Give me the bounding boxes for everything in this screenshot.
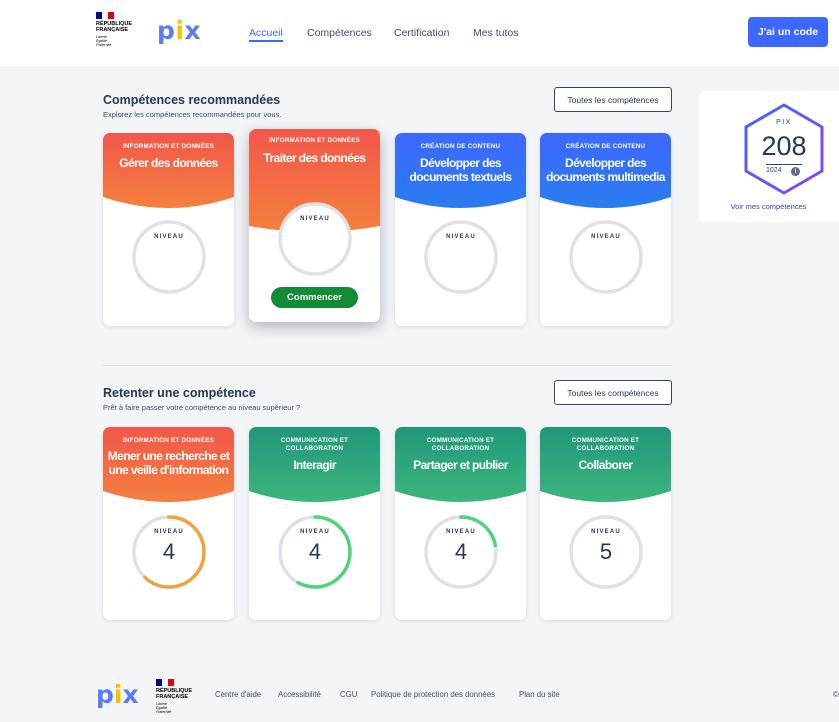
card-competence-name: Gérer des données	[119, 156, 218, 170]
card-header: CRÉATION DE CONTENU Développer des docum…	[540, 133, 671, 228]
card-area-label: COMMUNICATION ET COLLABORATION	[280, 437, 349, 452]
card-area-label: INFORMATION ET DONNÉES	[122, 437, 215, 444]
footer-link-sitemap[interactable]: Plan du site	[519, 690, 560, 699]
card-competence-name: Développer des documents multimedia	[546, 156, 665, 184]
level-label: NIVEAU	[591, 529, 621, 535]
republique-francaise-logo[interactable]: RÉPUBLIQUE FRANÇAISE Liberté Égalité Fra…	[96, 12, 144, 47]
level-gauge: NIVEAU	[568, 219, 644, 295]
card-area-label: INFORMATION ET DONNÉES	[122, 143, 215, 150]
level-label: NIVEAU	[300, 529, 330, 535]
retry-section-title: Retenter une compétence	[103, 386, 256, 400]
competence-card[interactable]: INFORMATION ET DONNÉES Traiter des donné…	[249, 129, 380, 322]
level-label: NIVEAU	[154, 529, 184, 535]
card-header: COMMUNICATION ET COLLABORATION Partager …	[395, 427, 526, 522]
level-gauge: NIVEAU	[277, 201, 353, 277]
recommended-section-title: Compétences recommandées	[103, 93, 281, 107]
level-value: 5	[599, 539, 613, 564]
card-header: CRÉATION DE CONTENU Développer des docum…	[395, 133, 526, 228]
info-icon[interactable]: i	[791, 167, 800, 176]
retry-card[interactable]: INFORMATION ET DONNÉES Mener une recherc…	[103, 427, 234, 620]
pix-label: PIX	[776, 119, 792, 126]
competence-card[interactable]: CRÉATION DE CONTENU Développer des docum…	[395, 133, 526, 326]
retry-section-subtitle: Prêt à faire passer votre compétence au …	[103, 403, 301, 412]
level-label: NIVEAU	[300, 216, 330, 222]
card-area-label: COMMUNICATION ET COLLABORATION	[426, 437, 495, 452]
card-header: COMMUNICATION ET COLLABORATION Interagir	[249, 427, 380, 522]
level-value: 4	[162, 539, 176, 564]
retry-card[interactable]: COMMUNICATION ET COLLABORATION Collabore…	[540, 427, 671, 620]
retry-card[interactable]: COMMUNICATION ET COLLABORATION Interagir…	[249, 427, 380, 620]
card-header: COMMUNICATION ET COLLABORATION Collabore…	[540, 427, 671, 522]
level-label: NIVEAU	[446, 529, 476, 535]
footer-pix-logo[interactable]: pix	[96, 682, 139, 707]
card-competence-name: Interagir	[293, 458, 336, 472]
pix-score-value: 208	[761, 131, 807, 161]
level-label: NIVEAU	[446, 234, 476, 240]
nav-accueil[interactable]: Accueil	[249, 27, 283, 39]
score-divider	[766, 164, 802, 165]
level-label: NIVEAU	[154, 234, 184, 240]
level-gauge: NIVEAU	[423, 219, 499, 295]
footer-link-privacy[interactable]: Politique de protection des données	[371, 690, 495, 699]
rf-motto: Liberté Égalité Fraternité	[156, 702, 172, 714]
card-competence-name: Traiter des données	[263, 151, 367, 165]
level-gauge: NIVEAU	[131, 219, 207, 295]
see-my-competences-link[interactable]: Voir mes compétences	[699, 202, 838, 211]
header: RÉPUBLIQUE FRANÇAISE Liberté Égalité Fra…	[0, 0, 839, 66]
footer-link-help[interactable]: Centre d'aide	[215, 690, 261, 699]
card-competence-name: Mener une recherche et une veille d'info…	[107, 449, 230, 477]
nav-certification[interactable]: Certification	[394, 27, 449, 39]
level-gauge: NIVEAU 5	[568, 514, 644, 590]
footer-link-accessibility[interactable]: Accessibilité	[278, 690, 321, 699]
card-area-label: COMMUNICATION ET COLLABORATION	[571, 437, 640, 452]
french-flag-icon	[156, 679, 174, 686]
all-competences-button[interactable]: Toutes les compétences	[554, 380, 672, 405]
card-competence-name: Collaborer	[578, 458, 633, 472]
card-competence-name: Partager et publier	[413, 458, 508, 472]
recommended-section-subtitle: Explorez les compétences recommandées po…	[103, 110, 282, 119]
footer-link-cgu[interactable]: CGU	[340, 690, 357, 699]
footer-copyright: ©	[833, 690, 839, 699]
card-area-label: CRÉATION DE CONTENU	[565, 143, 646, 150]
all-competences-button[interactable]: Toutes les compétences	[554, 87, 672, 112]
rf-motto: Liberté Égalité Fraternité	[96, 35, 112, 47]
level-gauge: NIVEAU 4	[131, 514, 207, 590]
rf-title: RÉPUBLIQUE FRANÇAISE	[156, 688, 193, 700]
pix-logo[interactable]: pix	[157, 18, 201, 43]
nav-active-underline	[249, 40, 283, 42]
footer-republique-francaise-logo[interactable]: RÉPUBLIQUE FRANÇAISE Liberté Égalité Fra…	[156, 679, 204, 714]
card-header: INFORMATION ET DONNÉES Mener une recherc…	[103, 427, 234, 522]
retry-card[interactable]: COMMUNICATION ET COLLABORATION Partager …	[395, 427, 526, 620]
level-label: NIVEAU	[591, 234, 621, 240]
nav-mes-tutos[interactable]: Mes tutos	[473, 27, 519, 39]
level-gauge: NIVEAU 4	[277, 514, 353, 590]
level-gauge: NIVEAU 4	[423, 514, 499, 590]
rf-title: RÉPUBLIQUE FRANÇAISE	[96, 21, 133, 33]
card-area-label: INFORMATION ET DONNÉES	[268, 137, 361, 144]
code-button[interactable]: J'ai un code	[748, 17, 828, 47]
card-area-label: CRÉATION DE CONTENU	[420, 143, 501, 150]
level-value: 4	[308, 539, 322, 564]
french-flag-icon	[96, 12, 114, 19]
pix-score-panel: PIX 208 1024 i Voir mes compétences	[699, 91, 839, 222]
section-divider	[103, 365, 672, 366]
competence-card[interactable]: INFORMATION ET DONNÉES Gérer des données…	[103, 133, 234, 326]
nav-competences[interactable]: Compétences	[307, 27, 372, 39]
level-value: 4	[454, 539, 468, 564]
card-competence-name: Développer des documents textuels	[409, 156, 513, 184]
start-button[interactable]: Commencer	[271, 287, 358, 308]
pix-score-max: 1024	[766, 167, 782, 174]
competence-card[interactable]: CRÉATION DE CONTENU Développer des docum…	[540, 133, 671, 326]
card-header: INFORMATION ET DONNÉES Gérer des données	[103, 133, 234, 228]
